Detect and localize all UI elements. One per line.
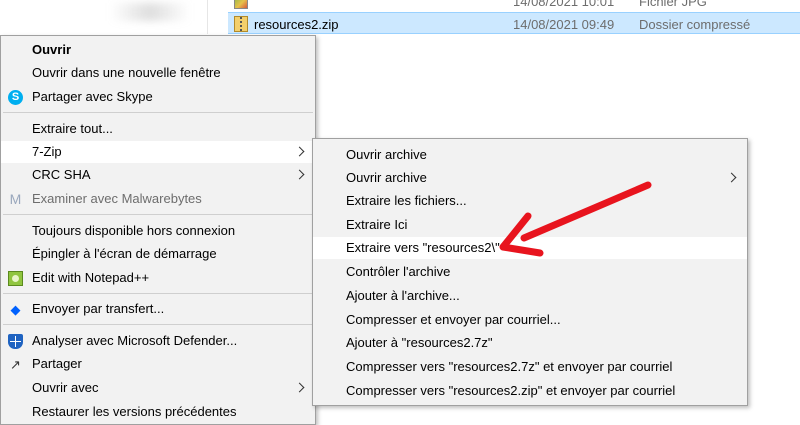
context-menu: Ouvrir Ouvrir dans une nouvelle fenêtre … [0,35,316,425]
submenu-item-add-to-archive[interactable]: Ajouter à l'archive... [313,285,747,307]
file-date: 14/08/2021 09:49 [513,17,615,32]
menu-item-label: 7-Zip [32,144,62,159]
submenu-item-label: Extraire vers "resources2\" [346,240,500,255]
menu-item-label: Examiner avec Malwarebytes [32,191,202,206]
menu-item-label: Envoyer par transfert... [32,301,165,316]
submenu-item-label: Ouvrir archive [346,170,427,185]
file-type: Fichier JPG [639,0,707,9]
submenu-item-label: Ajouter à "resources2.7z" [346,335,493,350]
menu-item-extract-all[interactable]: Extraire tout... [1,118,315,140]
file-date: 14/08/2021 10:01 [513,0,615,9]
sevenzip-submenu: Ouvrir archive Ouvrir archive Extraire l… [312,138,748,406]
menu-item-label: Edit with Notepad++ [32,270,150,285]
menu-item-open-with[interactable]: Ouvrir avec [1,377,315,399]
menu-separator [3,112,313,113]
submenu-item-compress-7z-email[interactable]: Compresser vers "resources2.7z" et envoy… [313,356,747,378]
submenu-item-add-to-7z[interactable]: Ajouter à "resources2.7z" [313,332,747,354]
menu-item-notepad-plus-plus[interactable]: Edit with Notepad++ [1,267,315,289]
submenu-item-extract-here[interactable]: Extraire Ici [313,214,747,236]
chevron-right-icon [294,169,305,180]
menu-separator [3,214,313,215]
submenu-item-open-archive[interactable]: Ouvrir archive [313,144,747,166]
submenu-item-test-archive[interactable]: Contrôler l'archive [313,261,747,283]
menu-separator [3,324,313,325]
file-type: Dossier compressé [639,17,751,32]
menu-item-7zip[interactable]: 7-Zip [1,141,315,163]
submenu-item-label: Compresser vers "resources2.7z" et envoy… [346,359,673,374]
menu-item-open[interactable]: Ouvrir [1,39,315,61]
menu-item-label: Ouvrir [32,42,72,57]
menu-item-label: CRC SHA [32,167,91,182]
menu-separator [3,293,313,294]
menu-item-always-offline[interactable]: Toujours disponible hors connexion [1,220,315,242]
file-name: resources2.zip [254,17,339,32]
chevron-right-icon [726,172,737,183]
menu-item-label: Toujours disponible hors connexion [32,223,236,238]
submenu-item-label: Extraire Ici [346,217,408,232]
blurred-region [110,3,190,21]
skype-icon: S [8,90,23,105]
menu-item-label: Restaurer les versions précédentes [32,404,237,419]
menu-item-label: Épingler à l'écran de démarrage [32,246,217,261]
menu-item-label: Partager avec Skype [32,89,153,104]
jpg-file-icon [234,0,248,9]
menu-item-open-new-window[interactable]: Ouvrir dans une nouvelle fenêtre [1,62,315,84]
submenu-item-extract-files[interactable]: Extraire les fichiers... [313,190,747,212]
submenu-item-compress-zip-email[interactable]: Compresser vers "resources2.zip" et envo… [313,380,747,402]
submenu-item-label: Compresser et envoyer par courriel... [346,312,561,327]
pane-divider[interactable] [207,0,208,34]
file-row[interactable]: 14/08/2021 10:01 Fichier JPG [228,0,800,12]
malwarebytes-icon: M [9,191,22,207]
menu-item-label: Extraire tout... [32,121,113,136]
menu-item-label: Partager [32,356,82,371]
dropbox-icon: ◆ [10,302,21,317]
defender-shield-icon [8,334,23,349]
menu-item-malwarebytes[interactable]: M Examiner avec Malwarebytes [1,188,315,210]
menu-item-defender-scan[interactable]: Analyser avec Microsoft Defender... [1,330,315,352]
submenu-item-open-archive-more[interactable]: Ouvrir archive [313,167,747,189]
chevron-right-icon [294,146,305,157]
zip-folder-icon [234,16,248,32]
menu-item-send-transfer[interactable]: ◆ Envoyer par transfert... [1,298,315,320]
menu-item-share[interactable]: ↗ Partager [1,353,315,375]
submenu-item-label: Compresser vers "resources2.zip" et envo… [346,383,676,398]
submenu-item-label: Extraire les fichiers... [346,193,467,208]
menu-item-label: Ouvrir avec [32,380,99,395]
menu-item-crc-sha[interactable]: CRC SHA [1,164,315,186]
notepad-plus-plus-icon [8,271,23,286]
menu-item-label: Analyser avec Microsoft Defender... [32,333,238,348]
menu-item-restore-versions[interactable]: Restaurer les versions précédentes [1,401,315,423]
chevron-right-icon [294,382,305,393]
file-row-selected[interactable]: resources2.zip 14/08/2021 09:49 Dossier … [228,12,800,34]
submenu-item-label: Ajouter à l'archive... [346,288,460,303]
menu-item-pin-start[interactable]: Épingler à l'écran de démarrage [1,243,315,265]
menu-item-label: Ouvrir dans une nouvelle fenêtre [32,65,221,80]
submenu-item-compress-email[interactable]: Compresser et envoyer par courriel... [313,309,747,331]
submenu-item-label: Ouvrir archive [346,147,427,162]
menu-item-share-skype[interactable]: S Partager avec Skype [1,86,315,108]
submenu-item-extract-to-folder[interactable]: Extraire vers "resources2\" [313,237,747,259]
navigation-pane [0,0,225,34]
submenu-item-label: Contrôler l'archive [346,264,451,279]
share-icon: ↗ [10,357,21,372]
